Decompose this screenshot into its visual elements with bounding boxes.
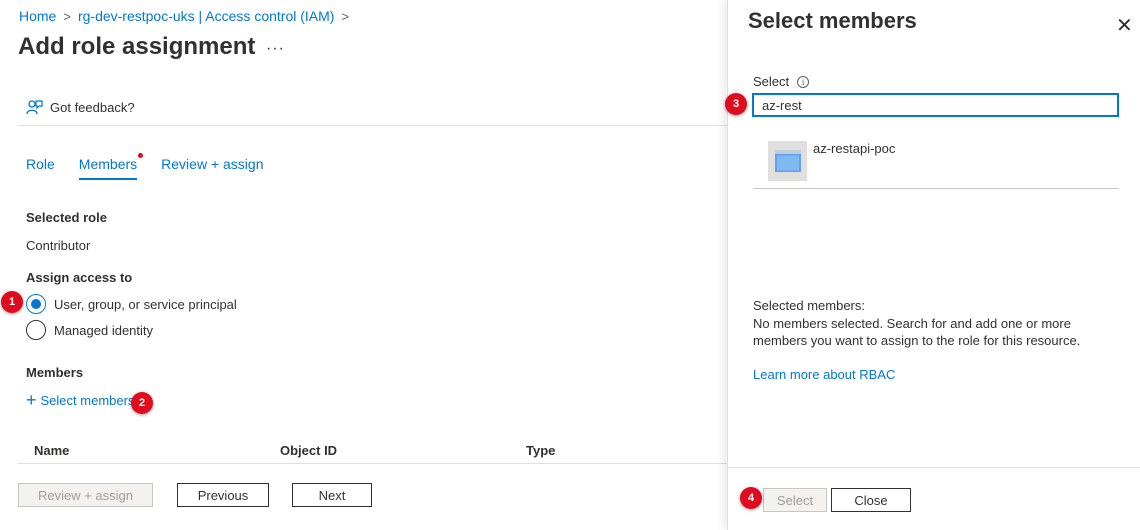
application-icon [768, 141, 807, 181]
chevron-right-icon: > [341, 8, 350, 24]
annotation-badge-4: 4 [740, 487, 762, 509]
select-members-label: Select members [40, 392, 135, 408]
page-title: Add role assignment [18, 33, 256, 60]
members-label: Members [26, 365, 84, 380]
select-field-label: Select i [753, 74, 810, 89]
review-assign-button[interactable]: Review + assign [18, 483, 153, 507]
tab-members[interactable]: Members [78, 153, 144, 180]
assign-access-label: Assign access to [26, 270, 133, 285]
close-button[interactable]: Close [831, 488, 911, 512]
previous-button[interactable]: Previous [177, 483, 269, 507]
close-icon[interactable]: ✕ [1116, 13, 1133, 38]
annotation-badge-2: 2 [131, 392, 153, 414]
selected-members-text: No members selected. Search for and add … [753, 315, 1081, 349]
panel-title: Select members [748, 8, 917, 33]
chevron-right-icon: > [63, 8, 71, 24]
breadcrumb-iam[interactable]: rg-dev-restpoc-uks | Access control (IAM… [78, 8, 334, 24]
radio-managed-label: Managed identity [54, 322, 154, 338]
search-result-item[interactable]: az-restapi-poc [753, 137, 1119, 189]
column-header-type[interactable]: Type [526, 443, 555, 458]
tab-review-assign[interactable]: Review + assign [161, 156, 263, 180]
selected-role-value: Contributor [26, 238, 91, 253]
selected-members-title: Selected members: [753, 298, 865, 313]
more-options-button[interactable]: ··· [266, 40, 285, 58]
member-search-input[interactable] [752, 93, 1119, 117]
info-icon[interactable]: i [797, 75, 810, 88]
tab-role[interactable]: Role [26, 156, 55, 180]
select-members-panel: Select members ✕ Select i az-restapi-poc… [725, 0, 1140, 530]
radio-user-group-sp[interactable]: User, group, or service principal [26, 294, 237, 314]
feedback-label: Got feedback? [50, 100, 135, 115]
plus-icon: + [26, 390, 37, 410]
selected-members-summary: Selected members: No members selected. S… [753, 297, 1113, 350]
annotation-badge-3: 3 [725, 93, 747, 115]
radio-managed-identity[interactable]: Managed identity [26, 320, 153, 340]
column-header-name[interactable]: Name [34, 443, 69, 458]
search-result-name: az-restapi-poc [813, 141, 896, 156]
main-blade: Home > rg-dev-restpoc-uks | Access contr… [0, 0, 727, 530]
select-members-link[interactable]: + Select members [26, 391, 134, 409]
select-label: Select [753, 74, 790, 89]
tab-members-label: Members [78, 156, 138, 172]
feedback-button[interactable]: Got feedback? [26, 99, 135, 116]
learn-more-rbac-link[interactable]: Learn more about RBAC [753, 367, 895, 382]
radio-user-label: User, group, or service principal [54, 296, 237, 312]
radio-checked-icon[interactable] [26, 294, 46, 314]
divider [18, 125, 727, 126]
annotation-badge-1: 1 [1, 291, 23, 313]
breadcrumb: Home > rg-dev-restpoc-uks | Access contr… [19, 8, 356, 24]
radio-unchecked-icon[interactable] [26, 320, 46, 340]
next-button[interactable]: Next [292, 483, 372, 507]
selected-role-label: Selected role [26, 210, 107, 225]
panel-footer-divider [728, 467, 1140, 468]
column-header-object-id[interactable]: Object ID [280, 443, 337, 458]
breadcrumb-home[interactable]: Home [19, 8, 56, 24]
select-button[interactable]: Select [763, 488, 827, 512]
tab-bar: Role Members Review + assign [26, 153, 287, 180]
feedback-icon [26, 100, 43, 115]
required-dot-icon [138, 153, 144, 158]
